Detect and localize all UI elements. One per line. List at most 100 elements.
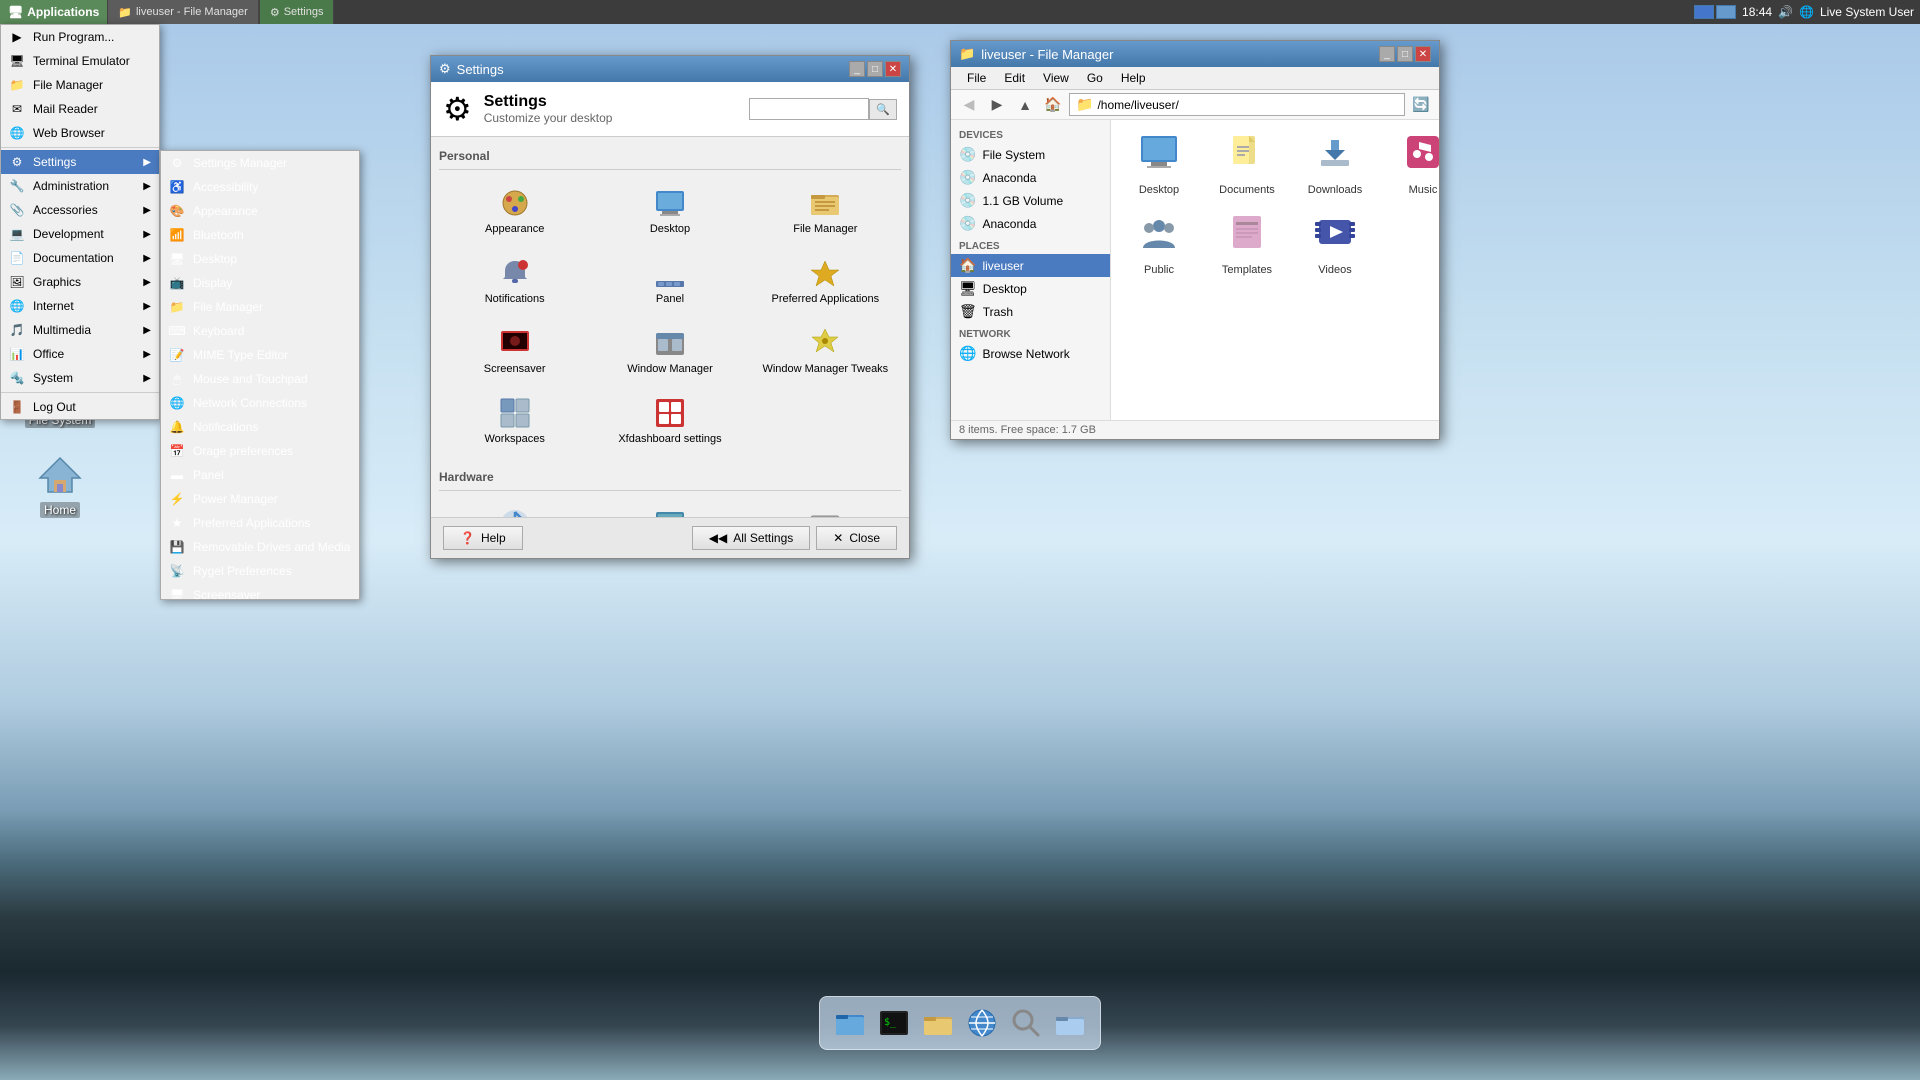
settings-allsettings-btn[interactable]: ◀◀ All Settings (692, 526, 811, 550)
fm-body: DEVICES 💿 File System 💿 Anaconda 💿 1.1 G… (951, 120, 1439, 420)
fm-menu-view[interactable]: View (1035, 69, 1077, 87)
settings-wm[interactable]: Window Manager (594, 318, 745, 384)
settings-minimize-btn[interactable]: _ (849, 61, 865, 77)
sub-power[interactable]: ⚡ Power Manager (161, 487, 359, 511)
fm-forward-btn[interactable]: ▶ (985, 94, 1009, 116)
fm-menu-file[interactable]: File (959, 69, 994, 87)
sub-settings-manager[interactable]: ⚙ Settings Manager (161, 151, 359, 175)
settings-keyboard[interactable]: Keyboard (750, 499, 901, 517)
fm-sidebar-network[interactable]: 🌐 Browse Network (951, 342, 1110, 365)
menu-documentation[interactable]: 📄 Documentation ▶ (1, 246, 159, 270)
sub-keyboard[interactable]: ⌨ Keyboard (161, 319, 359, 343)
fm-home-btn[interactable]: 🏠 (1041, 94, 1065, 116)
dock-item-terminal[interactable]: $_ (874, 1003, 914, 1043)
fm-back-btn[interactable]: ◀ (957, 94, 981, 116)
fm-maximize-btn[interactable]: □ (1397, 46, 1413, 62)
taskbar-window-settings[interactable]: ⚙ Settings (259, 0, 335, 24)
settings-search-input[interactable] (749, 98, 869, 120)
fm-menu-edit[interactable]: Edit (996, 69, 1033, 87)
admin-icon: 🔧 (9, 178, 25, 194)
fm-sidebar-liveuser[interactable]: 🏠 liveuser (951, 254, 1110, 277)
menu-development[interactable]: 💻 Development ▶ (1, 222, 159, 246)
sub-mouse[interactable]: 🖱 Mouse and Touchpad (161, 367, 359, 391)
applications-menu-button[interactable]: 🖥 Applications (0, 0, 107, 24)
fm-file-videos[interactable]: Videos (1295, 208, 1375, 280)
menu-settings[interactable]: ⚙ Settings ▶ ⚙ Settings Manager ♿ Access… (1, 150, 159, 174)
menu-filemanager[interactable]: 📁 File Manager (1, 73, 159, 97)
desktop-btn-1[interactable] (1694, 5, 1714, 19)
dock-item-browser[interactable] (962, 1003, 1002, 1043)
fm-sidebar-desktop[interactable]: 🖥 Desktop (951, 277, 1110, 300)
settings-notifications[interactable]: Notifications (439, 248, 590, 314)
fm-up-btn[interactable]: ▲ (1013, 94, 1037, 116)
sub-bluetooth[interactable]: 📶 Bluetooth (161, 223, 359, 247)
sub-screensaver[interactable]: 🖥 Screensaver (161, 583, 359, 600)
settings-help-btn[interactable]: ❓ Help (443, 526, 523, 550)
fm-file-downloads[interactable]: Downloads (1295, 128, 1375, 200)
sub-notifications[interactable]: 🔔 Notifications (161, 415, 359, 439)
settings-workspaces[interactable]: Workspaces (439, 388, 590, 454)
settings-search-btn[interactable]: 🔍 (869, 99, 897, 120)
settings-filemgr[interactable]: File Manager (750, 178, 901, 244)
fm-file-music[interactable]: Music (1383, 128, 1439, 200)
taskbar-window-filemanager[interactable]: 📁 liveuser - File Manager (107, 0, 259, 24)
sub-desktop[interactable]: 🖥 Desktop (161, 247, 359, 271)
settings-close-btn[interactable]: ✕ (885, 61, 901, 77)
menu-internet[interactable]: 🌐 Internet ▶ (1, 294, 159, 318)
sub-display[interactable]: 📺 Display (161, 271, 359, 295)
dock-item-files[interactable] (918, 1003, 958, 1043)
settings-display[interactable]: Display (594, 499, 745, 517)
dock-item-filemanager[interactable] (830, 1003, 870, 1043)
sub-preferred[interactable]: ★ Preferred Applications (161, 511, 359, 535)
menu-office[interactable]: 📊 Office ▶ (1, 342, 159, 366)
menu-accessories[interactable]: 📎 Accessories ▶ (1, 198, 159, 222)
settings-maximize-btn[interactable]: □ (867, 61, 883, 77)
sub-orage[interactable]: 📅 Orage preferences (161, 439, 359, 463)
sub-accessibility[interactable]: ♿ Accessibility (161, 175, 359, 199)
fm-sidebar-volume[interactable]: 💿 1.1 GB Volume (951, 189, 1110, 212)
fm-menu-help[interactable]: Help (1113, 69, 1154, 87)
settings-panel[interactable]: Panel (594, 248, 745, 314)
fm-menu-go[interactable]: Go (1079, 69, 1111, 87)
dock-item-search[interactable] (1006, 1003, 1046, 1043)
menu-run[interactable]: ▶ Run Program... (1, 25, 159, 49)
settings-preferred[interactable]: Preferred Applications (750, 248, 901, 314)
menu-browser[interactable]: 🌐 Web Browser (1, 121, 159, 145)
sub-appearance[interactable]: 🎨 Appearance (161, 199, 359, 223)
fm-file-desktop[interactable]: Desktop (1119, 128, 1199, 200)
desktop-icon-home[interactable]: Home (20, 450, 100, 518)
fm-close-btn[interactable]: ✕ (1415, 46, 1431, 62)
dock-item-folder[interactable] (1050, 1003, 1090, 1043)
sub-panel[interactable]: ▬ Panel (161, 463, 359, 487)
settings-appearance[interactable]: Appearance (439, 178, 590, 244)
menu-graphics[interactable]: 🖼 Graphics ▶ (1, 270, 159, 294)
menu-terminal[interactable]: 🖥 Terminal Emulator (1, 49, 159, 73)
sub-filemgr[interactable]: 📁 File Manager (161, 295, 359, 319)
fm-file-documents[interactable]: Documents (1207, 128, 1287, 200)
sub-appearance-label: Appearance (193, 204, 258, 218)
fm-file-public[interactable]: Public (1119, 208, 1199, 280)
settings-desktop[interactable]: Desktop (594, 178, 745, 244)
settings-xfdashboard[interactable]: Xfdashboard settings (594, 388, 745, 454)
fm-sidebar-anaconda1[interactable]: 💿 Anaconda (951, 166, 1110, 189)
menu-logout[interactable]: 🚪 Log Out (1, 395, 159, 419)
sub-network[interactable]: 🌐 Network Connections (161, 391, 359, 415)
fm-refresh-btn[interactable]: 🔄 (1409, 94, 1433, 116)
settings-close-footer-btn[interactable]: ✕ Close (816, 526, 897, 550)
sub-rygel[interactable]: 📡 Rygel Preferences (161, 559, 359, 583)
fm-sidebar-trash[interactable]: 🗑 Trash (951, 300, 1110, 323)
sub-removable[interactable]: 💾 Removable Drives and Media (161, 535, 359, 559)
fm-sidebar-anaconda2[interactable]: 💿 Anaconda (951, 212, 1110, 235)
fm-file-templates[interactable]: Templates (1207, 208, 1287, 280)
sub-mime[interactable]: 📝 MIME Type Editor (161, 343, 359, 367)
fm-sidebar-filesystem[interactable]: 💿 File System (951, 143, 1110, 166)
settings-wm-tweaks[interactable]: Window Manager Tweaks (750, 318, 901, 384)
fm-minimize-btn[interactable]: _ (1379, 46, 1395, 62)
settings-bluetooth[interactable]: Bluetooth (439, 499, 590, 517)
menu-multimedia[interactable]: 🎵 Multimedia ▶ (1, 318, 159, 342)
settings-screensaver[interactable]: Screensaver (439, 318, 590, 384)
desktop-btn-2[interactable] (1716, 5, 1736, 19)
menu-administration[interactable]: 🔧 Administration ▶ (1, 174, 159, 198)
menu-mail[interactable]: ✉ Mail Reader (1, 97, 159, 121)
menu-system[interactable]: 🔩 System ▶ (1, 366, 159, 390)
